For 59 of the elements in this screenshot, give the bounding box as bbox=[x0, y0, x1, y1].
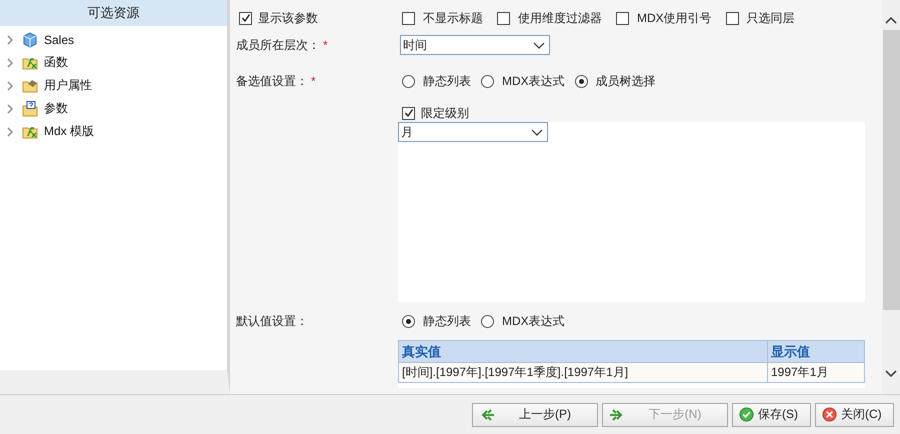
checkbox[interactable] bbox=[239, 12, 252, 24]
cube-icon bbox=[22, 32, 38, 48]
field-label: 备选值设置： bbox=[236, 72, 308, 90]
footer-button[interactable]: 关闭(C) bbox=[815, 402, 894, 426]
radio-button[interactable] bbox=[402, 314, 415, 328]
radio-button[interactable] bbox=[481, 314, 494, 328]
scroll-down-icon[interactable] bbox=[885, 370, 897, 378]
radio-label: MDX表达式 bbox=[502, 312, 565, 330]
checkbox-label: MDX使用引号 bbox=[637, 10, 712, 26]
checkbox-label: 使用维度过滤器 bbox=[518, 10, 602, 26]
radio-button[interactable] bbox=[402, 74, 415, 88]
table-cell: 1997年1月 bbox=[768, 363, 865, 383]
footer-button[interactable]: 上一步(P) bbox=[472, 402, 598, 426]
chevron-icon[interactable] bbox=[6, 104, 14, 114]
panel-header: 可选资源 bbox=[0, 0, 227, 26]
checkbox[interactable] bbox=[497, 12, 510, 24]
required-mark: * bbox=[311, 74, 316, 88]
tree-item[interactable]: 函数 bbox=[44, 54, 68, 71]
checkbox-label: 不显示标题 bbox=[423, 10, 483, 26]
column-header: 显示值 bbox=[768, 340, 865, 363]
checkbox-label: 只选同层 bbox=[746, 10, 795, 26]
level-dropdown[interactable]: 月 bbox=[398, 122, 548, 142]
radio-label: 成员树选择 bbox=[596, 72, 656, 90]
tree-item[interactable]: Sales bbox=[44, 32, 74, 46]
forward-arrow-icon bbox=[609, 408, 625, 422]
radio-button[interactable] bbox=[574, 74, 588, 88]
caret-icon bbox=[531, 128, 543, 136]
chevron-icon[interactable] bbox=[6, 80, 14, 90]
level-dropdown[interactable]: 时间 bbox=[400, 35, 550, 55]
tree-item[interactable]: 用户属性 bbox=[44, 77, 92, 94]
chevron-icon[interactable] bbox=[6, 58, 14, 68]
tagged-folder-icon bbox=[22, 78, 38, 94]
checkbox[interactable] bbox=[402, 12, 415, 24]
scroll-up-icon[interactable] bbox=[885, 16, 897, 24]
checkbox-label: 显示该参数 bbox=[258, 10, 318, 26]
scroll-thumb[interactable] bbox=[882, 30, 900, 310]
checkbox[interactable] bbox=[616, 12, 629, 24]
field-label: 默认值设置： bbox=[236, 312, 308, 330]
radio-button[interactable] bbox=[481, 74, 494, 88]
chevron-icon[interactable] bbox=[6, 126, 14, 136]
column-header: 真实值 bbox=[398, 340, 768, 363]
required-mark: * bbox=[323, 38, 328, 52]
chevron-icon[interactable] bbox=[6, 34, 14, 44]
checkbox[interactable] bbox=[402, 106, 415, 120]
radio-label: 静态列表 bbox=[423, 312, 471, 330]
caret-icon bbox=[533, 42, 545, 48]
back-arrow-icon bbox=[479, 408, 495, 422]
checkbox[interactable] bbox=[726, 12, 739, 24]
close-icon bbox=[822, 407, 837, 422]
checkbox-label: 限定级别 bbox=[421, 104, 469, 122]
radio-label: 静态列表 bbox=[423, 72, 471, 90]
field-label: 成员所在层次： bbox=[236, 36, 320, 54]
tree-item[interactable]: 参数 bbox=[44, 100, 68, 117]
check-icon bbox=[739, 407, 754, 422]
tree-item[interactable]: Mdx 模版 bbox=[44, 123, 94, 140]
table-cell: [时间].[1997年].[1997年1季度].[1997年1月] bbox=[398, 363, 768, 383]
radio-label: MDX表达式 bbox=[502, 72, 565, 90]
question-folder-icon bbox=[22, 100, 38, 116]
footer-button[interactable]: 保存(S) bbox=[732, 402, 811, 426]
